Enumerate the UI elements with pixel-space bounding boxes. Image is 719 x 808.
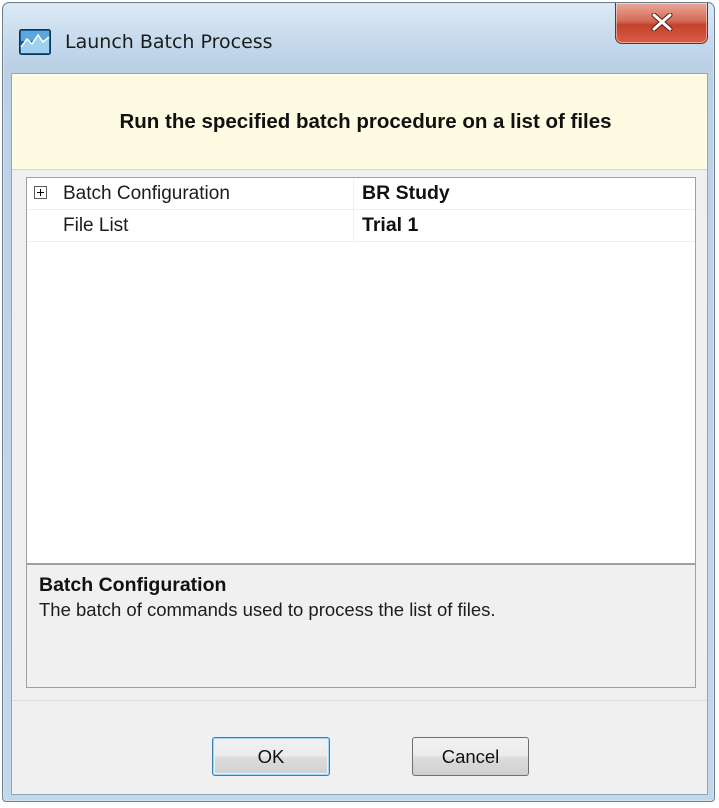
property-name[interactable]: Batch Configuration	[63, 178, 354, 209]
property-row-file-list[interactable]: File List Trial 1	[27, 210, 695, 242]
row-gutter	[27, 210, 63, 241]
ok-button[interactable]: OK	[212, 737, 330, 776]
row-gutter	[27, 178, 63, 209]
dialog-client-area: Run the specified batch procedure on a l…	[11, 73, 708, 795]
dialog-window: Launch Batch Process Run the specified b…	[2, 2, 715, 802]
property-name[interactable]: File List	[63, 210, 354, 241]
expand-plus-icon[interactable]	[34, 186, 47, 199]
property-row-batch-configuration[interactable]: Batch Configuration BR Study	[27, 178, 695, 210]
property-value[interactable]: Trial 1	[354, 210, 695, 241]
close-x-icon	[651, 13, 673, 31]
property-value[interactable]: BR Study	[354, 178, 695, 209]
window-title: Launch Batch Process	[65, 31, 273, 53]
description-text: The batch of commands used to process th…	[39, 599, 496, 620]
close-button[interactable]	[615, 3, 708, 44]
description-panel: Batch Configuration The batch of command…	[26, 564, 696, 688]
cancel-button[interactable]: Cancel	[412, 737, 529, 776]
description-title: Batch Configuration	[39, 574, 227, 596]
batch-app-icon	[19, 29, 51, 55]
header-banner: Run the specified batch procedure on a l…	[12, 74, 707, 170]
button-footer: OK Cancel	[12, 700, 707, 794]
title-bar[interactable]: Launch Batch Process	[3, 3, 714, 73]
property-grid[interactable]: Batch Configuration BR Study File List T…	[26, 177, 696, 564]
header-text: Run the specified batch procedure on a l…	[119, 109, 612, 133]
